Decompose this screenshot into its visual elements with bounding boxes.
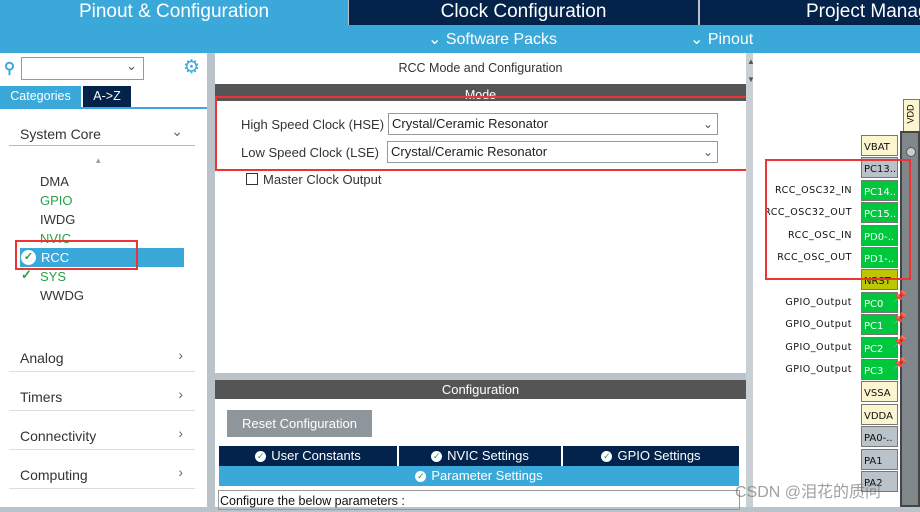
pin-lock-icon: 📌 [893,335,907,348]
gear-icon[interactable]: ⚙ [183,56,200,79]
pin-lock-icon: 📌 [893,313,907,326]
divider [9,488,195,489]
software-packs-menu[interactable]: ⌄ Software Packs [428,25,557,55]
splitter[interactable]: ▲ ▼ [746,53,755,507]
divider [9,371,195,372]
watermark: CSDN @泪花的质问 [735,484,882,501]
tab-a-z[interactable]: A->Z [83,86,131,107]
mode-panel-title: RCC Mode and Configuration [398,61,563,75]
highlight-box [765,159,911,280]
pin-vdd[interactable]: VDD [903,99,920,133]
chevron-right-icon[interactable]: › [178,425,183,441]
pin-signal-label: GPIO_Output [785,341,852,353]
mco-label: Master Clock Output [263,172,382,187]
pin-lock-icon: 📌 [893,290,907,303]
reset-configuration-button[interactable]: Reset Configuration [227,410,372,437]
category-connectivity[interactable]: Connectivity [20,428,96,444]
item-gpio[interactable]: GPIO [40,193,73,208]
pin-pa1[interactable]: PA1 [861,448,898,470]
tab-nvic-settings[interactable]: ✓ NVIC Settings [399,446,561,466]
check-circle-icon: ✓ [431,451,443,463]
pin-lock-icon: 📌 [893,358,907,370]
pinout-label: Pinout [707,31,754,48]
check-circle-icon: ✓ [601,451,613,463]
pin-signal-label: GPIO_Output [785,296,852,308]
software-packs-label: Software Packs [445,31,558,48]
tab-user-constants[interactable]: ✓ User Constants [219,446,397,466]
item-wwdg[interactable]: WWDG [40,288,84,303]
check-circle-icon: ✓ [255,451,267,463]
tab-underline [0,107,207,109]
chevron-down-icon: ⌄ [428,31,446,48]
pin-vdda[interactable]: VDDA [861,403,898,425]
config-header: Configuration [215,380,746,399]
parameters-hint: Configure the below parameters : [218,490,740,510]
item-dma[interactable]: DMA [40,174,69,189]
category-computing[interactable]: Computing [20,467,88,483]
pin-vssa[interactable]: VSSA [861,381,898,403]
divider [9,449,195,450]
category-timers[interactable]: Timers [20,389,62,405]
divider [9,410,195,411]
item-sys[interactable]: SYS [40,269,66,284]
chevron-right-icon[interactable]: › [178,386,183,402]
search-input[interactable]: ⌄ [21,57,144,80]
sort-icon[interactable]: ▴ [96,155,101,166]
pinout-menu[interactable]: ⌄ Pinout [690,25,753,55]
pin1-marker [906,147,916,157]
item-iwdg[interactable]: IWDG [40,212,75,227]
pin-signal-label: GPIO_Output [785,364,852,375]
category-analog[interactable]: Analog [20,350,64,366]
highlight-box [15,240,138,270]
pin-vbat[interactable]: VBAT [861,135,898,156]
left-panel: ⚲ ⌄ ⚙ Categories A->Z System Core ⌄ ▴ DM… [0,53,207,507]
chevron-down-icon: ⌄ [126,58,137,73]
chevron-down-icon: ⌄ [690,31,708,48]
mco-checkbox[interactable] [246,173,258,185]
divider [9,145,195,146]
pin-pa0[interactable]: PA0-.. [861,426,898,448]
chevron-down-icon[interactable]: ⌄ [171,123,183,140]
category-system-core[interactable]: System Core [20,126,101,142]
chevron-right-icon[interactable]: › [178,347,183,363]
tab-gpio-settings[interactable]: ✓ GPIO Settings [563,446,739,466]
check-circle-icon: ✓ [415,471,427,483]
config-panel: Configuration Reset Configuration ✓ User … [215,380,746,510]
tab-categories[interactable]: Categories [0,86,81,107]
pin-signal-label: GPIO_Output [785,319,852,331]
tab-parameter-settings[interactable]: ✓ Parameter Settings [219,466,739,486]
tab-pinout-configuration[interactable]: Pinout & Configuration [0,0,348,25]
highlight-box [215,96,753,171]
tab-project-manager[interactable]: Project Manager [700,0,920,25]
sub-menu-bar: ⌄ Software Packs ⌄ Pinout [0,25,920,53]
search-icon: ⚲ [4,60,15,77]
tab-clock-configuration[interactable]: Clock Configuration [349,0,698,25]
chevron-right-icon[interactable]: › [178,464,183,480]
